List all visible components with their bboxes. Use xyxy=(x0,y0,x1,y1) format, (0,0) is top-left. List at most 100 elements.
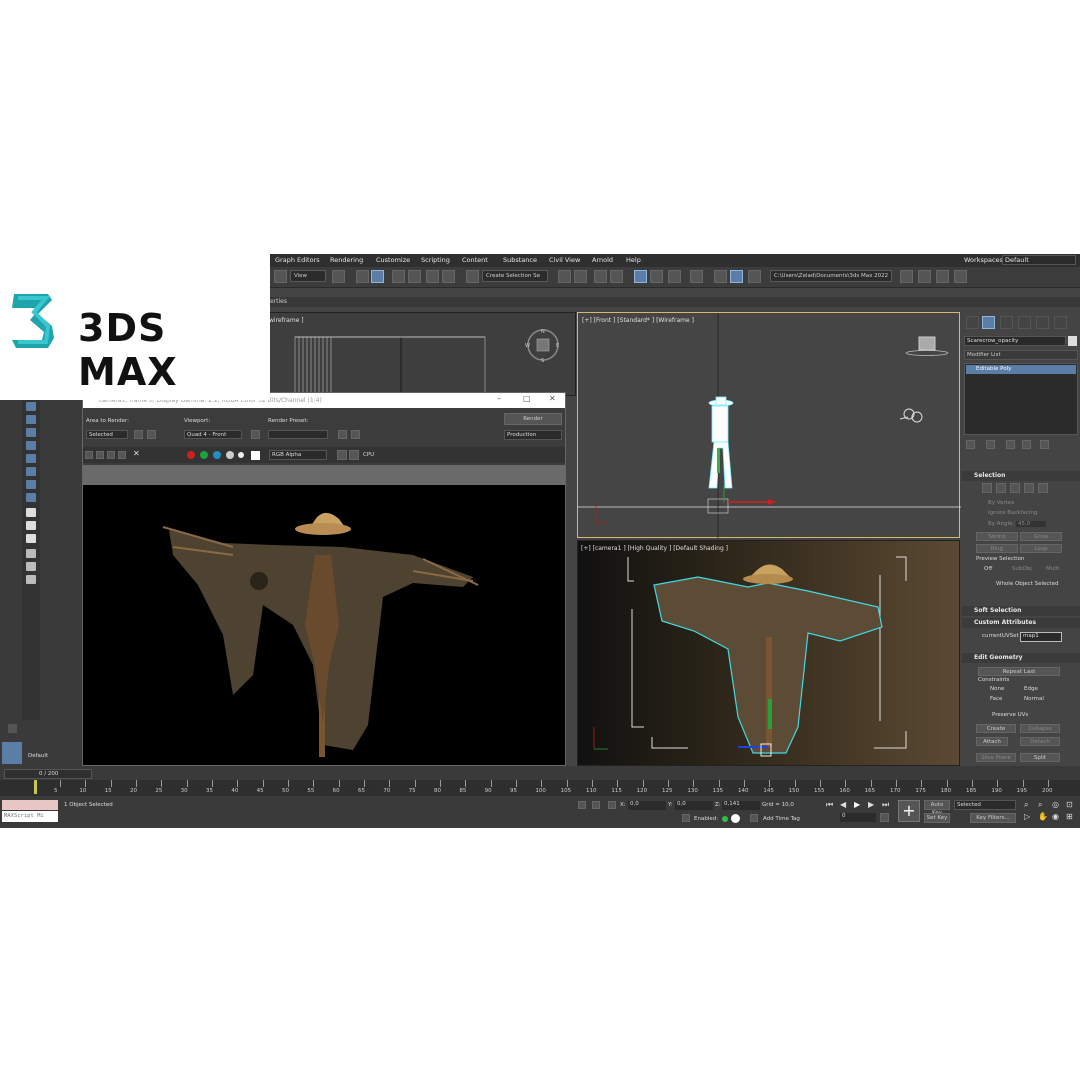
key-set-dropdown[interactable]: Selected xyxy=(954,800,1016,810)
funnel-icon[interactable] xyxy=(26,562,36,571)
element-icon[interactable] xyxy=(1038,483,1048,493)
render-setup-small-icon[interactable] xyxy=(338,430,347,439)
split-button[interactable]: Split xyxy=(1020,753,1060,762)
enabled-indicator[interactable] xyxy=(722,816,728,822)
selection-rollout-header[interactable]: Selection xyxy=(962,471,1080,481)
render-setup-icon[interactable] xyxy=(714,270,727,283)
current-uvset-field[interactable]: map1 xyxy=(1020,632,1062,642)
attach-button[interactable]: Attach xyxy=(976,737,1008,746)
preserve-uvs-checkbox[interactable]: Preserve UVs xyxy=(992,712,1028,718)
lock-viewport-icon[interactable] xyxy=(251,430,260,439)
orbit-subobject-icon[interactable]: ◉ xyxy=(1052,812,1059,821)
viewport-dropdown[interactable]: Quad 4 - Front xyxy=(184,430,242,439)
display-none-icon[interactable] xyxy=(26,521,36,530)
blue-channel-icon[interactable] xyxy=(213,451,221,459)
alpha-channel-icon[interactable] xyxy=(226,451,234,459)
constraint-normal-radio[interactable]: Normal xyxy=(1024,696,1044,702)
angle-spinner[interactable]: 45,0 xyxy=(1016,521,1046,527)
select-object-icon[interactable] xyxy=(332,270,345,283)
material-editor-icon[interactable] xyxy=(690,270,703,283)
render-production-icon[interactable] xyxy=(748,270,761,283)
clone-window-icon[interactable] xyxy=(107,451,115,459)
viewport-camera[interactable]: [+] [camera1 ] [High Quality ] [Default … xyxy=(577,540,960,766)
adaptive-degradation-icon[interactable] xyxy=(682,814,690,822)
preview-subobj-radio[interactable]: SubObj xyxy=(1012,566,1032,572)
menu-help[interactable]: Help xyxy=(626,256,641,264)
edge-icon[interactable] xyxy=(996,483,1006,493)
menu-arnold[interactable]: Arnold xyxy=(592,256,613,264)
menu-graph-editors[interactable]: Graph Editors xyxy=(275,256,320,264)
scene-explorer-icon[interactable] xyxy=(594,270,607,283)
key-filters-button[interactable]: Key Filters... xyxy=(970,813,1016,823)
go-to-start-icon[interactable]: ⏮ xyxy=(826,800,833,810)
object-color-swatch[interactable] xyxy=(1068,336,1077,346)
repeat-last-button[interactable]: Repeat Last xyxy=(978,667,1060,676)
align-icon[interactable] xyxy=(574,270,587,283)
display-tab-icon[interactable] xyxy=(1036,316,1049,329)
current-frame-field[interactable]: 0 xyxy=(840,813,876,822)
current-time-marker[interactable] xyxy=(34,780,37,794)
menu-customize[interactable]: Customize xyxy=(376,256,410,264)
motion-tab-icon[interactable] xyxy=(1018,316,1031,329)
maximize-viewport-icon[interactable]: ⊞ xyxy=(1066,812,1073,821)
angle-snap-icon[interactable] xyxy=(408,270,421,283)
ribbon-tab[interactable]: erties xyxy=(270,298,287,305)
production-dropdown[interactable]: Production xyxy=(504,430,562,440)
shape-filter-icon[interactable] xyxy=(26,441,36,450)
project-path-field[interactable]: C:\Users\Zelad\Documents\3ds Max 2022 xyxy=(770,270,892,282)
menu-content[interactable]: Content xyxy=(462,256,488,264)
filter-icon[interactable] xyxy=(26,402,36,411)
snap-3-icon[interactable] xyxy=(392,270,405,283)
folder-icon[interactable] xyxy=(26,575,36,584)
geometry-filter-icon[interactable] xyxy=(26,428,36,437)
zoom-icon[interactable]: ⌕ xyxy=(1024,800,1028,810)
warp-filter-icon[interactable] xyxy=(26,493,36,502)
orbit-icon[interactable]: ◎ xyxy=(1052,800,1059,809)
modifier-list-dropdown[interactable]: Modifier List xyxy=(964,350,1078,360)
utilities-tab-icon[interactable] xyxy=(1054,316,1067,329)
show-end-result-icon[interactable] xyxy=(986,440,995,449)
auto-key-button[interactable]: Auto Key xyxy=(924,800,950,816)
swatch-icon[interactable] xyxy=(251,451,260,460)
spinner-snap-icon[interactable] xyxy=(442,270,455,283)
menu-substance[interactable]: Substance xyxy=(503,256,537,264)
next-frame-icon[interactable]: ▶ xyxy=(868,800,874,809)
modify-tab-icon[interactable] xyxy=(982,316,995,329)
add-time-tag-label[interactable]: Add Time Tag xyxy=(763,816,800,822)
timeline-track[interactable]: 5 10 15 20 25 30 35 40 45 50 55 60 65 70 75 80 85 90 95 100… xyxy=(0,780,1080,796)
invert-display-icon[interactable] xyxy=(26,534,36,543)
reference-coord-dropdown[interactable]: View xyxy=(290,270,326,282)
stack-item-editable-poly[interactable]: Editable Poly xyxy=(966,365,1076,374)
by-angle-checkbox[interactable]: By Angle: xyxy=(988,521,1014,527)
list-icon[interactable] xyxy=(26,415,36,424)
create-button[interactable]: Create xyxy=(976,724,1016,733)
collapse-button[interactable]: Collapse xyxy=(1020,724,1060,733)
selection-lock-icon[interactable] xyxy=(592,801,600,809)
render-button[interactable]: Render xyxy=(504,413,562,425)
custom-attributes-rollout-header[interactable]: Custom Attributes xyxy=(962,618,1080,628)
maximize-icon[interactable]: □ xyxy=(523,394,531,403)
helper-filter-icon[interactable] xyxy=(26,480,36,489)
open-file-icon[interactable] xyxy=(918,270,931,283)
save-image-icon[interactable] xyxy=(85,451,93,459)
time-tag-icon[interactable] xyxy=(750,814,758,822)
object-name-field[interactable]: Scarecrow_opacity xyxy=(964,336,1066,346)
rendered-frame-window-icon[interactable] xyxy=(730,270,743,283)
constraint-none-radio[interactable]: None xyxy=(990,686,1004,692)
schematic-view-icon[interactable] xyxy=(668,270,681,283)
camera-filter-icon[interactable] xyxy=(26,467,36,476)
soft-selection-rollout-header[interactable]: Soft Selection xyxy=(962,606,1080,616)
move-icon[interactable] xyxy=(356,270,369,283)
preview-off-radio[interactable]: Off xyxy=(984,566,992,572)
layer-label[interactable]: Default xyxy=(28,753,48,759)
time-slider[interactable]: 0 / 200 xyxy=(4,769,92,779)
by-vertex-checkbox[interactable]: By Vertex xyxy=(988,500,1014,506)
workspace-dropdown[interactable]: Default xyxy=(1002,255,1076,265)
light-filter-icon[interactable] xyxy=(26,454,36,463)
hierarchy-tab-icon[interactable] xyxy=(1000,316,1013,329)
channel-dropdown[interactable]: RGB Alpha xyxy=(269,450,327,460)
z-coordinate-field[interactable]: 0,141 xyxy=(722,801,760,810)
zoom-all-icon[interactable]: ⌕ xyxy=(1038,800,1042,810)
curve-editor-icon[interactable] xyxy=(650,270,663,283)
find-icon[interactable] xyxy=(26,549,36,558)
